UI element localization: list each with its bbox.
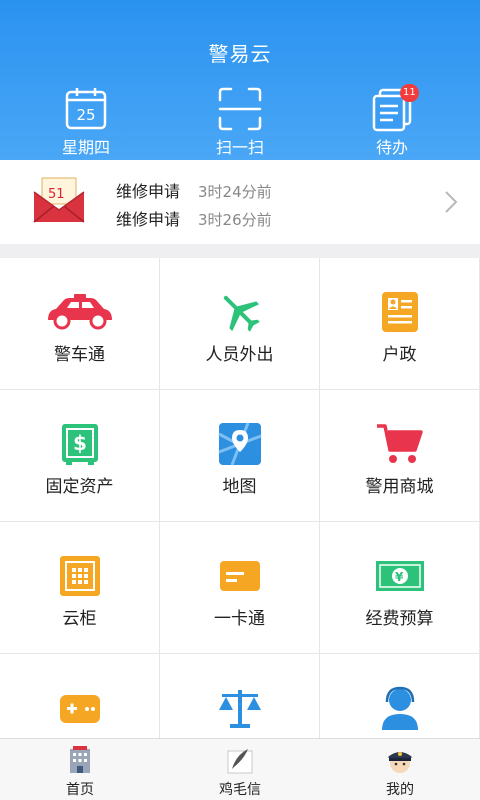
notification-card[interactable]: 51 维修申请 3时24分前 维修申请 3时26分前: [0, 160, 480, 244]
id-card-icon: [320, 288, 479, 336]
shopping-cart-icon: [320, 420, 479, 468]
nav-item-home[interactable]: 首页: [20, 739, 140, 800]
nav-item-letter[interactable]: 鸡毛信: [180, 739, 300, 800]
envelope-number: 51: [48, 187, 65, 202]
grid-item-outing[interactable]: 人员外出: [160, 258, 320, 390]
grid-item-label: 经费预算: [365, 609, 434, 629]
calendar-day: 25: [76, 106, 96, 124]
envelope-icon: 51: [32, 176, 86, 228]
app-screen: 警易云 25 星期四 扫一扫 11 待办 51 维修申请 3时24分前 维修申请…: [0, 0, 480, 800]
nav-label: 首页: [66, 782, 94, 798]
grid-item-fixed-assets[interactable]: $ 固定资产: [0, 390, 160, 522]
grid-item-shop[interactable]: 警用商城: [320, 390, 480, 522]
svg-text:¥: ¥: [395, 570, 404, 584]
grid-item-map[interactable]: 地图: [160, 390, 320, 522]
grid-item-household[interactable]: 户政: [320, 258, 480, 390]
nav-label: 我的: [386, 782, 414, 798]
scales-icon: [160, 684, 319, 732]
feature-grid: 警车通 人员外出 户政 $ 固定资产 地图 警用商城 云柜 一卡通 ¥ 经费预算: [0, 258, 480, 738]
card-icon: [160, 552, 319, 600]
scan-button[interactable]: 扫一扫: [190, 86, 290, 158]
feather-letter-icon: [180, 739, 300, 775]
grid-item-legal[interactable]: [160, 654, 320, 738]
notice-time: 3时26分前: [198, 211, 272, 229]
grid-item-one-card[interactable]: 一卡通: [160, 522, 320, 654]
gamepad-icon: [0, 684, 159, 732]
scan-label: 扫一扫: [215, 138, 264, 157]
grid-item-label: 云柜: [62, 609, 97, 629]
nav-item-mine[interactable]: 我的: [340, 739, 460, 800]
grid-item-cloud-locker[interactable]: 云柜: [0, 522, 160, 654]
grid-item-label: 固定资产: [45, 477, 114, 497]
todo-badge: 11: [400, 84, 419, 102]
grid-item-label: 一卡通: [214, 609, 265, 629]
customer-service-icon: [320, 684, 479, 732]
bottom-nav: 首页 鸡毛信 我的: [0, 738, 480, 800]
notice-item[interactable]: 维修申请 3时24分前: [116, 178, 272, 202]
police-car-icon: [0, 288, 159, 336]
grid-item-budget[interactable]: ¥ 经费预算: [320, 522, 480, 654]
grid-item-label: 人员外出: [205, 345, 274, 365]
grid-item-label: 警车通: [54, 345, 105, 365]
chevron-right-icon[interactable]: [444, 190, 458, 218]
grid-item-label: 地图: [222, 477, 257, 497]
police-avatar-icon: [340, 739, 460, 775]
locker-icon: [0, 552, 159, 600]
header: 警易云 25 星期四 扫一扫 11 待办: [0, 0, 480, 160]
notice-item[interactable]: 维修申请 3时26分前: [116, 206, 272, 230]
airplane-icon: [160, 288, 319, 336]
grid-item-label: 警用商城: [365, 477, 434, 497]
todo-label: 待办: [375, 138, 408, 157]
grid-item-police-car[interactable]: 警车通: [0, 258, 160, 390]
grid-item-service[interactable]: [320, 654, 480, 738]
scan-icon: [190, 86, 290, 132]
grid-item-label: 户政: [382, 345, 417, 365]
calendar-icon: 25: [36, 86, 136, 132]
map-icon: [160, 420, 319, 468]
notice-title: 维修申请: [116, 210, 181, 229]
banknote-icon: ¥: [320, 552, 479, 600]
nav-label: 鸡毛信: [219, 782, 261, 798]
app-title: 警易云: [208, 42, 272, 66]
todo-icon: 11: [342, 84, 442, 132]
home-building-icon: [20, 739, 140, 775]
date-button[interactable]: 25 星期四: [36, 86, 136, 158]
notice-time: 3时24分前: [198, 183, 272, 201]
grid-item-game[interactable]: [0, 654, 160, 738]
date-label: 星期四: [61, 138, 110, 157]
todo-button[interactable]: 11 待办: [342, 84, 442, 158]
notice-title: 维修申请: [116, 182, 181, 201]
svg-text:$: $: [73, 431, 87, 455]
safe-icon: $: [0, 420, 159, 468]
